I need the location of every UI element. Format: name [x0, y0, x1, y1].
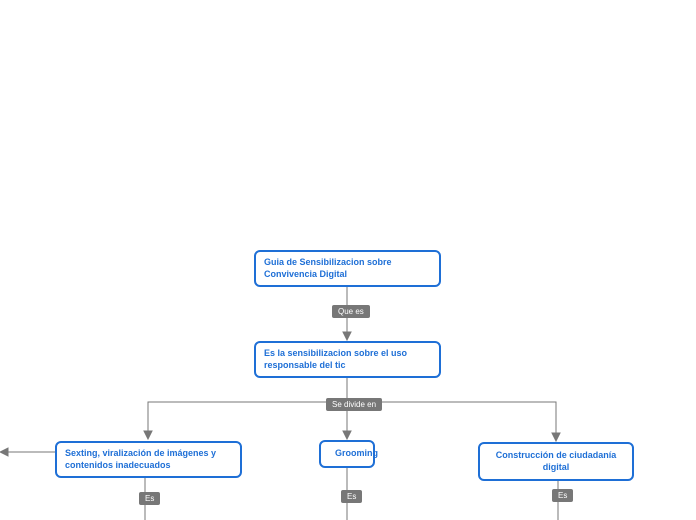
edge-label-es-3: Es	[552, 489, 573, 502]
edge-label-se-divide-en: Se divide en	[326, 398, 382, 411]
edge-label-es-2: Es	[341, 490, 362, 503]
edge-label-que-es: Que es	[332, 305, 370, 318]
node-root[interactable]: Guia de Sensibilizacion sobre Convivenci…	[254, 250, 441, 287]
node-grooming[interactable]: Grooming	[319, 440, 375, 468]
node-sexting[interactable]: Sexting, viralización de imágenes y cont…	[55, 441, 242, 478]
edge-label-es-1: Es	[139, 492, 160, 505]
mindmap-canvas: Guia de Sensibilizacion sobre Convivenci…	[0, 0, 696, 520]
node-definition[interactable]: Es la sensibilizacion sobre el uso respo…	[254, 341, 441, 378]
node-ciudadania[interactable]: Construcción de ciudadanía digital	[478, 442, 634, 481]
